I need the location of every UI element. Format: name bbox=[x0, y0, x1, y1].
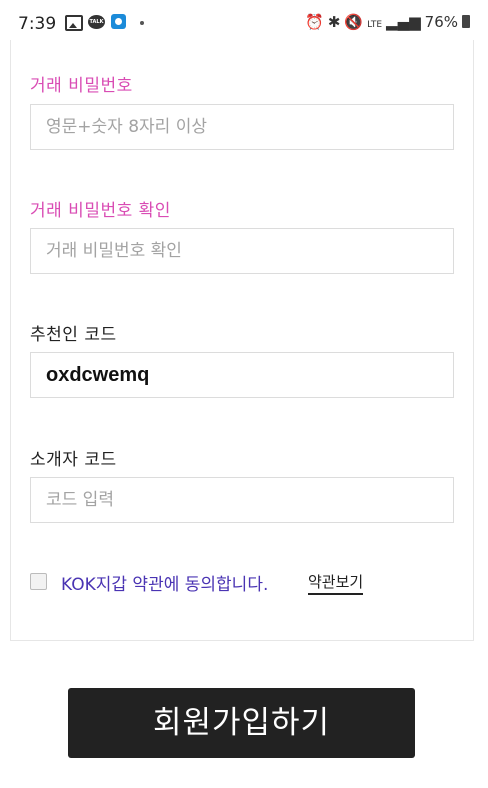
signup-submit-button[interactable]: 회원가입하기 bbox=[68, 688, 415, 758]
signal-icon: ▂▄▆ bbox=[386, 13, 421, 31]
referral-code-input[interactable]: oxdcwemq bbox=[30, 352, 454, 398]
battery-percent: 76% bbox=[424, 13, 458, 31]
gallery-notification-icon bbox=[65, 15, 83, 31]
alarm-icon: ⏰ bbox=[305, 13, 324, 31]
signup-form-card: 거래 비밀번호 영문+숫자 8자리 이상 거래 비밀번호 확인 거래 비밀번호 … bbox=[10, 40, 474, 641]
view-terms-link[interactable]: 약관보기 bbox=[308, 571, 364, 595]
terms-agreement-checkbox[interactable] bbox=[30, 573, 47, 590]
kakaotalk-notification-icon: TALK bbox=[88, 15, 105, 29]
terms-agreement-row: KOK지갑 약관에 동의합니다. 약관보기 bbox=[30, 570, 450, 595]
trade-password-confirm-label: 거래 비밀번호 확인 bbox=[30, 201, 171, 221]
mute-icon: 🔇 bbox=[344, 13, 364, 31]
status-time: 7:39 bbox=[18, 14, 57, 34]
introducer-code-input[interactable]: 코드 입력 bbox=[30, 477, 454, 523]
more-notifications-icon bbox=[140, 21, 144, 25]
trade-password-confirm-input[interactable]: 거래 비밀번호 확인 bbox=[30, 228, 454, 274]
status-right: ⏰ ✱ 🔇 LTE ▂▄▆ 76% bbox=[301, 13, 470, 31]
referral-code-label: 추천인 코드 bbox=[30, 325, 117, 345]
trade-password-label: 거래 비밀번호 bbox=[30, 76, 133, 96]
introducer-code-label: 소개자 코드 bbox=[30, 450, 117, 470]
app-notification-icon bbox=[111, 14, 126, 29]
bluetooth-icon: ✱ bbox=[327, 13, 341, 31]
terms-agreement-text[interactable]: KOK지갑 약관에 동의합니다. bbox=[61, 570, 268, 595]
battery-icon bbox=[462, 15, 470, 28]
trade-password-input[interactable]: 영문+숫자 8자리 이상 bbox=[30, 104, 454, 150]
network-type: LTE bbox=[367, 20, 383, 30]
